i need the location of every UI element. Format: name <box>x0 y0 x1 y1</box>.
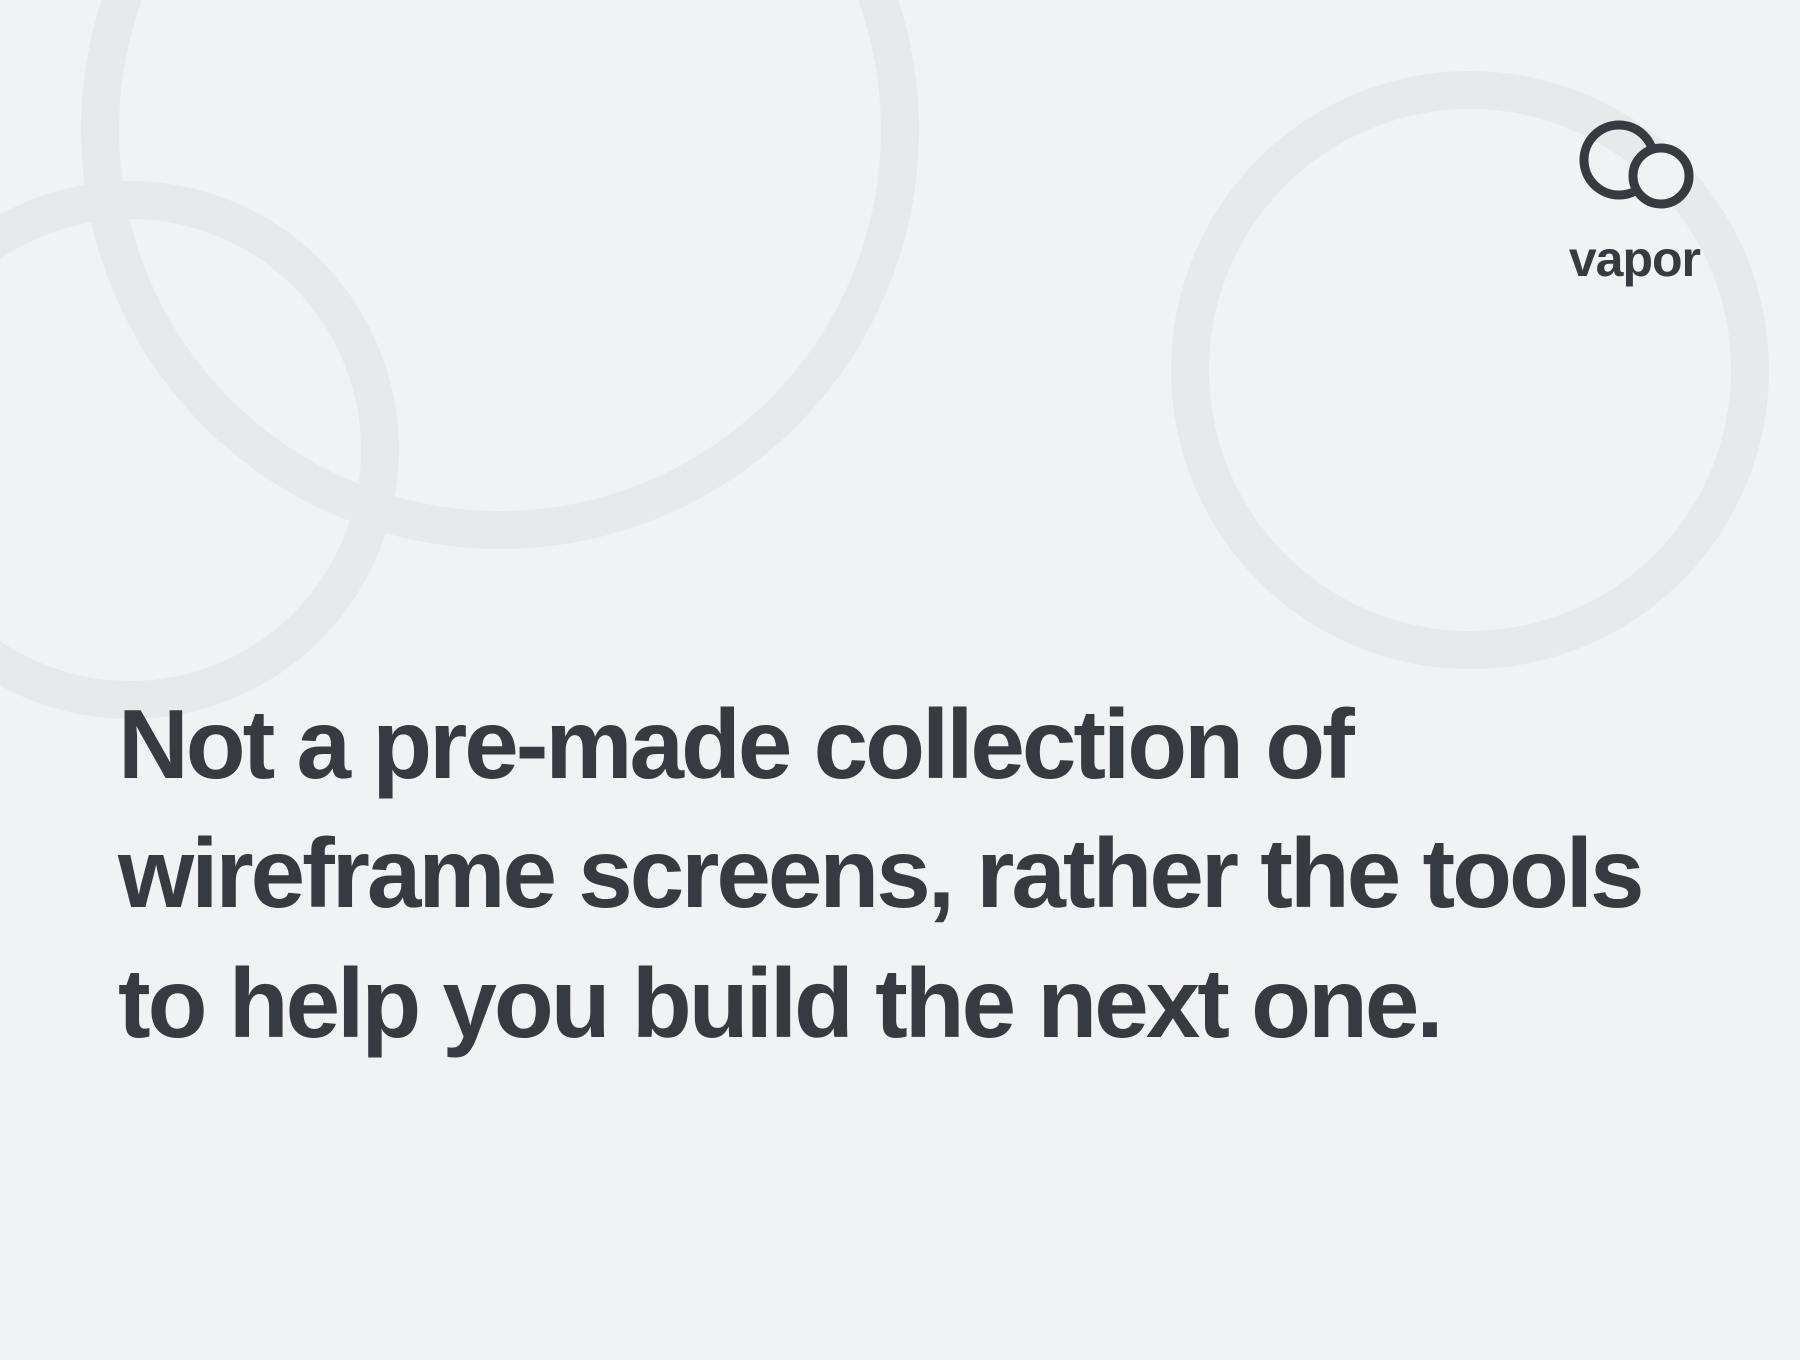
brand-name: vapor <box>1569 230 1700 288</box>
vapor-logo-icon <box>1569 120 1699 210</box>
brand-logo: vapor <box>1569 120 1700 288</box>
headline-text: Not a pre-made collection of wireframe s… <box>118 680 1682 1068</box>
